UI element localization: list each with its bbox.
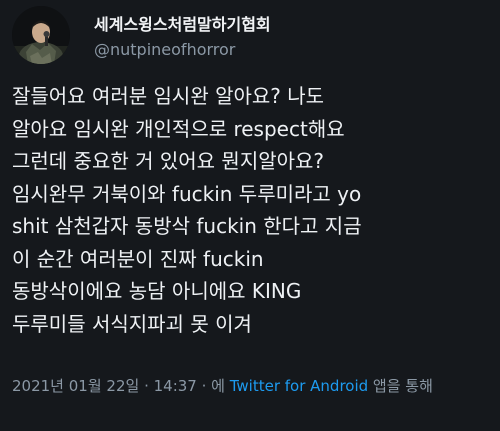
tweet-metadata: 2021년 01월 22일 · 14:37 · 에 Twitter for An…: [12, 374, 492, 398]
avatar[interactable]: [12, 6, 70, 64]
tweet-text-line: shit 삼천갑자 동방삭 fuckin 한다고 지금: [12, 214, 362, 238]
display-name[interactable]: 세계스윙스처럼말하기협회: [94, 11, 271, 35]
tweet-text-line: 알아요 임시완 개인적으로 respect해요: [12, 116, 345, 141]
profile-photo-icon: [12, 6, 70, 64]
username-handle[interactable]: @nutpineofhorror: [94, 40, 235, 59]
tweet-text-line: 임시완무 거북이와 fuckin 두루미라고 yo: [12, 181, 362, 206]
tweet-text-line: 그런데 중요한 거 있어요 뭔지알아요?: [12, 149, 325, 173]
tweet-date[interactable]: 2021년 01월 22일: [12, 377, 139, 395]
tweet-source-suffix: 앱을 통해: [368, 377, 433, 395]
tweet-text: 잘들어요 여러분 임시완 알아요? 나도 알아요 임시완 개인적으로 respe…: [12, 80, 494, 340]
tweet-time[interactable]: 14:37: [154, 377, 197, 395]
tweet-text-line: 이 순간 여러분이 진짜 fuckin: [12, 246, 264, 271]
tweet-source-link[interactable]: Twitter for Android: [230, 377, 368, 395]
meta-separator: ·: [139, 377, 154, 395]
tweet-header: 세계스윙스처럼말하기협회 @nutpineofhorror: [0, 0, 500, 70]
tweet-text-line: 잘들어요 여러분 임시완 알아요? 나도: [12, 84, 325, 108]
meta-separator: · 에: [196, 377, 230, 395]
tweet-text-line: 두루미들 서식지파괴 못 이겨: [12, 311, 252, 336]
tweet-text-line: 동방삭이에요 농담 아니에요 KING: [12, 279, 302, 303]
